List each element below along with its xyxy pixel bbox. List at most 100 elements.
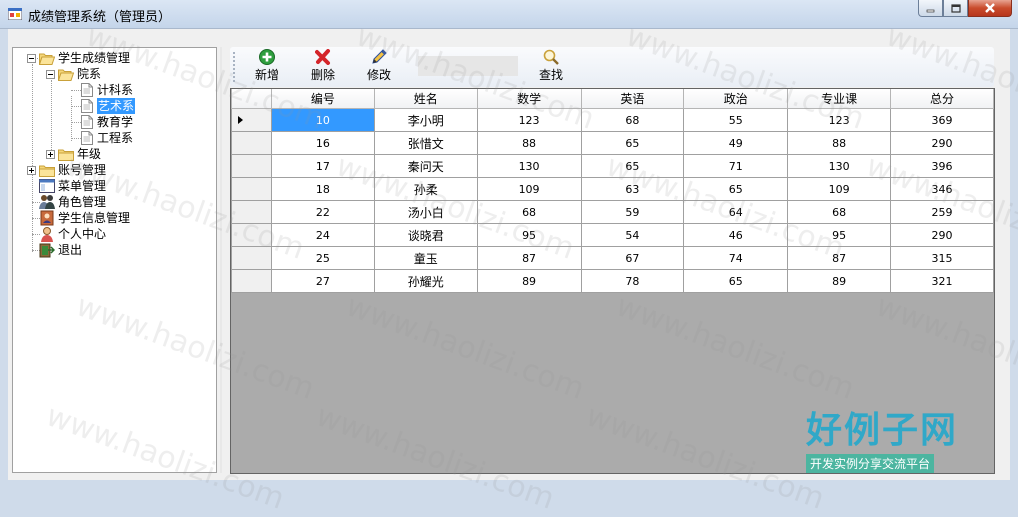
table-cell[interactable]: 259 bbox=[890, 200, 994, 224]
table-cell[interactable]: 95 bbox=[476, 223, 582, 247]
minimize-button[interactable] bbox=[918, 0, 943, 17]
table-cell[interactable]: 秦问天 bbox=[373, 154, 478, 178]
tree-node-grade[interactable]: 年级 bbox=[58, 146, 101, 162]
table-cell[interactable]: 59 bbox=[580, 200, 685, 224]
table-cell[interactable]: 汤小白 bbox=[373, 200, 478, 224]
table-cell[interactable]: 290 bbox=[890, 131, 994, 155]
table-row[interactable]: 16 张惜文 88 65 49 88 290 bbox=[231, 131, 994, 155]
table-row[interactable]: 10 李小明 123 68 55 123 369 bbox=[231, 108, 994, 132]
table-cell[interactable]: 89 bbox=[787, 269, 892, 293]
tree-node-student-info[interactable]: 学生信息管理 bbox=[39, 210, 130, 226]
table-cell[interactable]: 17 bbox=[270, 154, 375, 178]
table-cell[interactable]: 46 bbox=[683, 223, 789, 247]
table-cell[interactable]: 张惜文 bbox=[373, 131, 478, 155]
table-row[interactable]: 18 孙柔 109 63 65 109 346 bbox=[231, 177, 994, 201]
column-header-name[interactable]: 姓名 bbox=[373, 89, 478, 109]
table-cell[interactable]: 130 bbox=[787, 154, 892, 178]
table-cell[interactable]: 49 bbox=[683, 131, 789, 155]
column-header-total[interactable]: 总分 bbox=[890, 89, 994, 109]
search-button[interactable]: 查找 bbox=[534, 49, 568, 85]
table-cell[interactable]: 68 bbox=[476, 200, 582, 224]
column-header-major[interactable]: 专业课 bbox=[787, 89, 892, 109]
table-cell[interactable]: 54 bbox=[580, 223, 685, 247]
table-cell[interactable]: 89 bbox=[476, 269, 582, 293]
tree-node-personal-center[interactable]: 个人中心 bbox=[39, 226, 106, 242]
tree-node-departments[interactable]: 院系 bbox=[57, 66, 101, 82]
table-cell[interactable]: 孙耀光 bbox=[373, 269, 478, 293]
table-cell[interactable]: 315 bbox=[890, 246, 994, 270]
table-row[interactable]: 27 孙耀光 89 78 65 89 321 bbox=[231, 269, 994, 293]
table-cell[interactable]: 321 bbox=[890, 269, 994, 293]
table-cell[interactable]: 123 bbox=[476, 108, 582, 132]
maximize-button[interactable] bbox=[943, 0, 968, 17]
table-cell[interactable]: 65 bbox=[580, 154, 685, 178]
table-cell[interactable]: 95 bbox=[787, 223, 892, 247]
table-cell[interactable]: 87 bbox=[476, 246, 582, 270]
tree-node-dept-edu[interactable]: 教育学 bbox=[81, 114, 133, 130]
expand-toggle-grade[interactable] bbox=[46, 150, 55, 159]
table-cell[interactable]: 346 bbox=[890, 177, 994, 201]
tree-node-root[interactable]: 学生成绩管理 bbox=[38, 50, 130, 66]
table-cell[interactable]: 27 bbox=[270, 269, 375, 293]
table-cell[interactable]: 88 bbox=[476, 131, 582, 155]
table-cell[interactable]: 65 bbox=[580, 131, 685, 155]
row-header[interactable] bbox=[231, 154, 272, 178]
table-cell[interactable]: 71 bbox=[683, 154, 789, 178]
table-cell[interactable]: 130 bbox=[476, 154, 582, 178]
column-header-english[interactable]: 英语 bbox=[580, 89, 685, 109]
table-cell[interactable]: 369 bbox=[890, 108, 994, 132]
table-cell[interactable]: 109 bbox=[787, 177, 892, 201]
row-header[interactable] bbox=[231, 177, 272, 201]
tree-node-dept-eng[interactable]: 工程系 bbox=[81, 130, 133, 146]
tree-node-account-mgmt[interactable]: 账号管理 bbox=[39, 162, 106, 178]
table-row[interactable]: 24 谈晓君 95 54 46 95 290 bbox=[231, 223, 994, 247]
tree-node-dept-cs[interactable]: 计科系 bbox=[81, 82, 133, 98]
table-cell[interactable]: 55 bbox=[683, 108, 789, 132]
row-header[interactable] bbox=[231, 200, 272, 224]
row-header[interactable] bbox=[231, 131, 272, 155]
navigation-tree[interactable]: 学生成绩管理 院系 计科系 艺术系 教育学 工程系 年级 账号管理 菜单管理 角… bbox=[12, 47, 217, 473]
column-header-politics[interactable]: 政治 bbox=[683, 89, 789, 109]
column-header-math[interactable]: 数学 bbox=[476, 89, 582, 109]
row-header[interactable] bbox=[231, 108, 272, 132]
tree-node-dept-art[interactable]: 艺术系 bbox=[81, 98, 136, 114]
table-cell[interactable]: 24 bbox=[270, 223, 375, 247]
column-header-id[interactable]: 编号 bbox=[270, 89, 375, 109]
table-cell[interactable]: 10 bbox=[270, 108, 375, 132]
table-cell[interactable]: 78 bbox=[580, 269, 685, 293]
row-header[interactable] bbox=[231, 223, 272, 247]
table-cell[interactable]: 63 bbox=[580, 177, 685, 201]
row-header[interactable] bbox=[231, 269, 272, 293]
table-row[interactable]: 22 汤小白 68 59 64 68 259 bbox=[231, 200, 994, 224]
tree-node-menu-mgmt[interactable]: 菜单管理 bbox=[39, 178, 106, 194]
collapse-toggle-departments[interactable] bbox=[46, 70, 55, 79]
table-cell[interactable]: 74 bbox=[683, 246, 789, 270]
table-cell[interactable]: 68 bbox=[580, 108, 685, 132]
table-row[interactable]: 17 秦问天 130 65 71 130 396 bbox=[231, 154, 994, 178]
table-cell[interactable]: 65 bbox=[683, 177, 789, 201]
table-cell[interactable]: 童玉 bbox=[373, 246, 478, 270]
close-button[interactable] bbox=[968, 0, 1012, 17]
table-cell[interactable]: 67 bbox=[580, 246, 685, 270]
collapse-toggle-root[interactable] bbox=[27, 54, 36, 63]
tree-node-exit[interactable]: 退出 bbox=[39, 242, 82, 258]
table-cell[interactable]: 孙柔 bbox=[373, 177, 478, 201]
table-cell[interactable]: 396 bbox=[890, 154, 994, 178]
table-row[interactable]: 25 童玉 87 67 74 87 315 bbox=[231, 246, 994, 270]
expand-toggle-account[interactable] bbox=[27, 166, 36, 175]
add-button[interactable]: 新增 bbox=[250, 49, 284, 85]
edit-button[interactable]: 修改 bbox=[362, 49, 396, 85]
table-cell[interactable]: 16 bbox=[270, 131, 375, 155]
table-cell[interactable]: 87 bbox=[787, 246, 892, 270]
table-cell[interactable]: 123 bbox=[787, 108, 892, 132]
delete-button[interactable]: 删除 bbox=[306, 49, 340, 85]
table-cell[interactable]: 290 bbox=[890, 223, 994, 247]
table-cell[interactable]: 64 bbox=[683, 200, 789, 224]
table-cell[interactable]: 18 bbox=[270, 177, 375, 201]
table-cell[interactable]: 65 bbox=[683, 269, 789, 293]
table-cell[interactable]: 68 bbox=[787, 200, 892, 224]
table-cell[interactable]: 88 bbox=[787, 131, 892, 155]
row-header[interactable] bbox=[231, 246, 272, 270]
table-cell[interactable]: 谈晓君 bbox=[373, 223, 478, 247]
table-cell[interactable]: 109 bbox=[476, 177, 582, 201]
